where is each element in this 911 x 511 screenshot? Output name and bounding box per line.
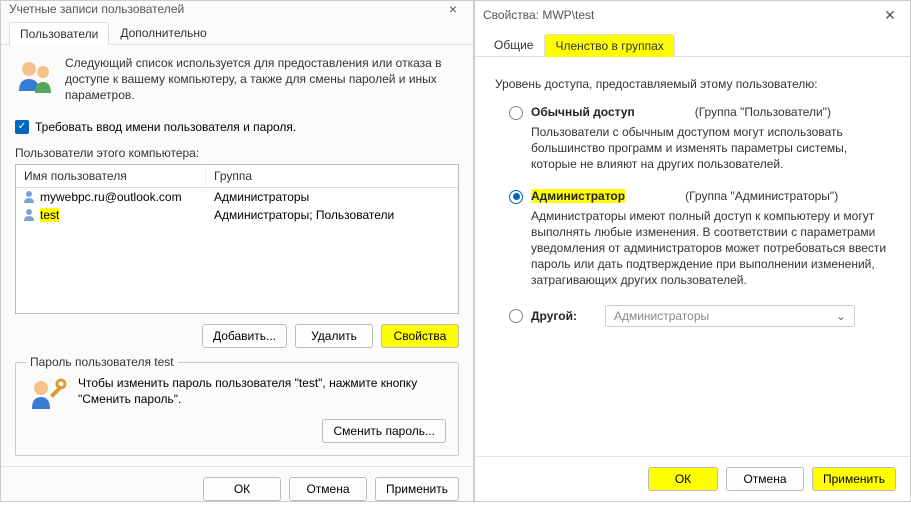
password-fieldset: Пароль пользователя test Чтобы изменить …: [15, 362, 459, 456]
require-login-label: Требовать ввод имени пользователя и паро…: [35, 120, 296, 134]
apply-button[interactable]: Применить: [812, 467, 896, 491]
radio-administrator[interactable]: [509, 190, 523, 204]
radio-standard-label: Обычный доступ: [531, 105, 635, 119]
th-group[interactable]: Группа: [206, 165, 458, 187]
tab-advanced[interactable]: Дополнительно: [109, 21, 217, 44]
tabs: Пользователи Дополнительно: [1, 17, 473, 45]
tabs: Общие Членство в группах: [475, 29, 910, 57]
th-username[interactable]: Имя пользователя: [16, 165, 206, 187]
add-button[interactable]: Добавить...: [202, 324, 287, 348]
user-icon: [22, 190, 36, 204]
dialog-title: Свойства: MWP\test: [483, 8, 878, 22]
group-cell: Администраторы: [212, 190, 452, 204]
username-cell: mywebpc.ru@outlook.com: [40, 190, 182, 204]
cancel-button[interactable]: Отмена: [726, 467, 804, 491]
close-icon[interactable]: ✕: [878, 7, 902, 24]
apply-button[interactable]: Применить: [375, 477, 459, 501]
properties-dialog: Свойства: MWP\test ✕ Общие Членство в гр…: [474, 0, 911, 502]
radio-other[interactable]: [509, 309, 523, 323]
radio-standard-user[interactable]: [509, 106, 523, 120]
dialog-body: Следующий список используется для предос…: [1, 45, 473, 466]
titlebar: Свойства: MWP\test ✕: [475, 1, 910, 29]
password-legend: Пароль пользователя test: [26, 355, 178, 369]
table-row[interactable]: mywebpc.ru@outlook.com Администраторы: [16, 188, 458, 206]
other-group-combobox[interactable]: Администраторы ⌄: [605, 305, 855, 327]
users-icon: [15, 55, 55, 95]
dialog-title: Учетные записи пользователей: [9, 2, 441, 16]
username-cell: test: [40, 208, 59, 222]
intro-text: Следующий список используется для предос…: [65, 55, 459, 104]
access-level-label: Уровень доступа, предоставляемый этому п…: [495, 77, 896, 91]
radio-admin-label: Администратор: [531, 189, 625, 203]
dialog-footer: ОК Отмена Применить: [1, 466, 473, 511]
tab-users[interactable]: Пользователи: [9, 22, 109, 45]
ok-button[interactable]: ОК: [648, 467, 718, 491]
properties-button[interactable]: Свойства: [381, 324, 459, 348]
dialog-body: Уровень доступа, предоставляемый этому п…: [475, 57, 910, 456]
cancel-button[interactable]: Отмена: [289, 477, 367, 501]
combo-value: Администраторы: [614, 309, 709, 323]
change-password-button[interactable]: Сменить пароль...: [322, 419, 446, 443]
remove-button[interactable]: Удалить: [295, 324, 373, 348]
tab-general[interactable]: Общие: [483, 33, 544, 56]
users-table: Имя пользователя Группа mywebpc.ru@outlo…: [15, 164, 459, 314]
radio-admin-desc: Администраторы имеют полный доступ к ком…: [531, 208, 896, 289]
radio-standard-desc: Пользователи с обычным доступом могут ис…: [531, 124, 896, 173]
users-list-label: Пользователи этого компьютера:: [15, 146, 459, 160]
radio-other-label: Другой:: [531, 309, 577, 323]
tab-membership[interactable]: Членство в группах: [544, 34, 674, 57]
chevron-down-icon: ⌄: [836, 309, 846, 323]
dialog-footer: ОК Отмена Применить: [475, 456, 910, 501]
key-icon: [28, 375, 68, 415]
ok-button[interactable]: ОК: [203, 477, 281, 501]
user-accounts-dialog: Учетные записи пользователей × Пользоват…: [0, 0, 474, 502]
password-text: Чтобы изменить пароль пользователя "test…: [78, 375, 446, 407]
radio-admin-hint: (Группа "Администраторы"): [685, 189, 838, 203]
group-cell: Администраторы; Пользователи: [212, 208, 452, 222]
table-header: Имя пользователя Группа: [16, 165, 458, 188]
radio-standard-hint: (Группа "Пользователи"): [695, 105, 831, 119]
require-login-checkbox[interactable]: ✓: [15, 120, 29, 134]
titlebar: Учетные записи пользователей ×: [1, 1, 473, 17]
user-icon: [22, 208, 36, 222]
table-row[interactable]: test Администраторы; Пользователи: [16, 206, 458, 224]
close-icon[interactable]: ×: [441, 1, 465, 17]
